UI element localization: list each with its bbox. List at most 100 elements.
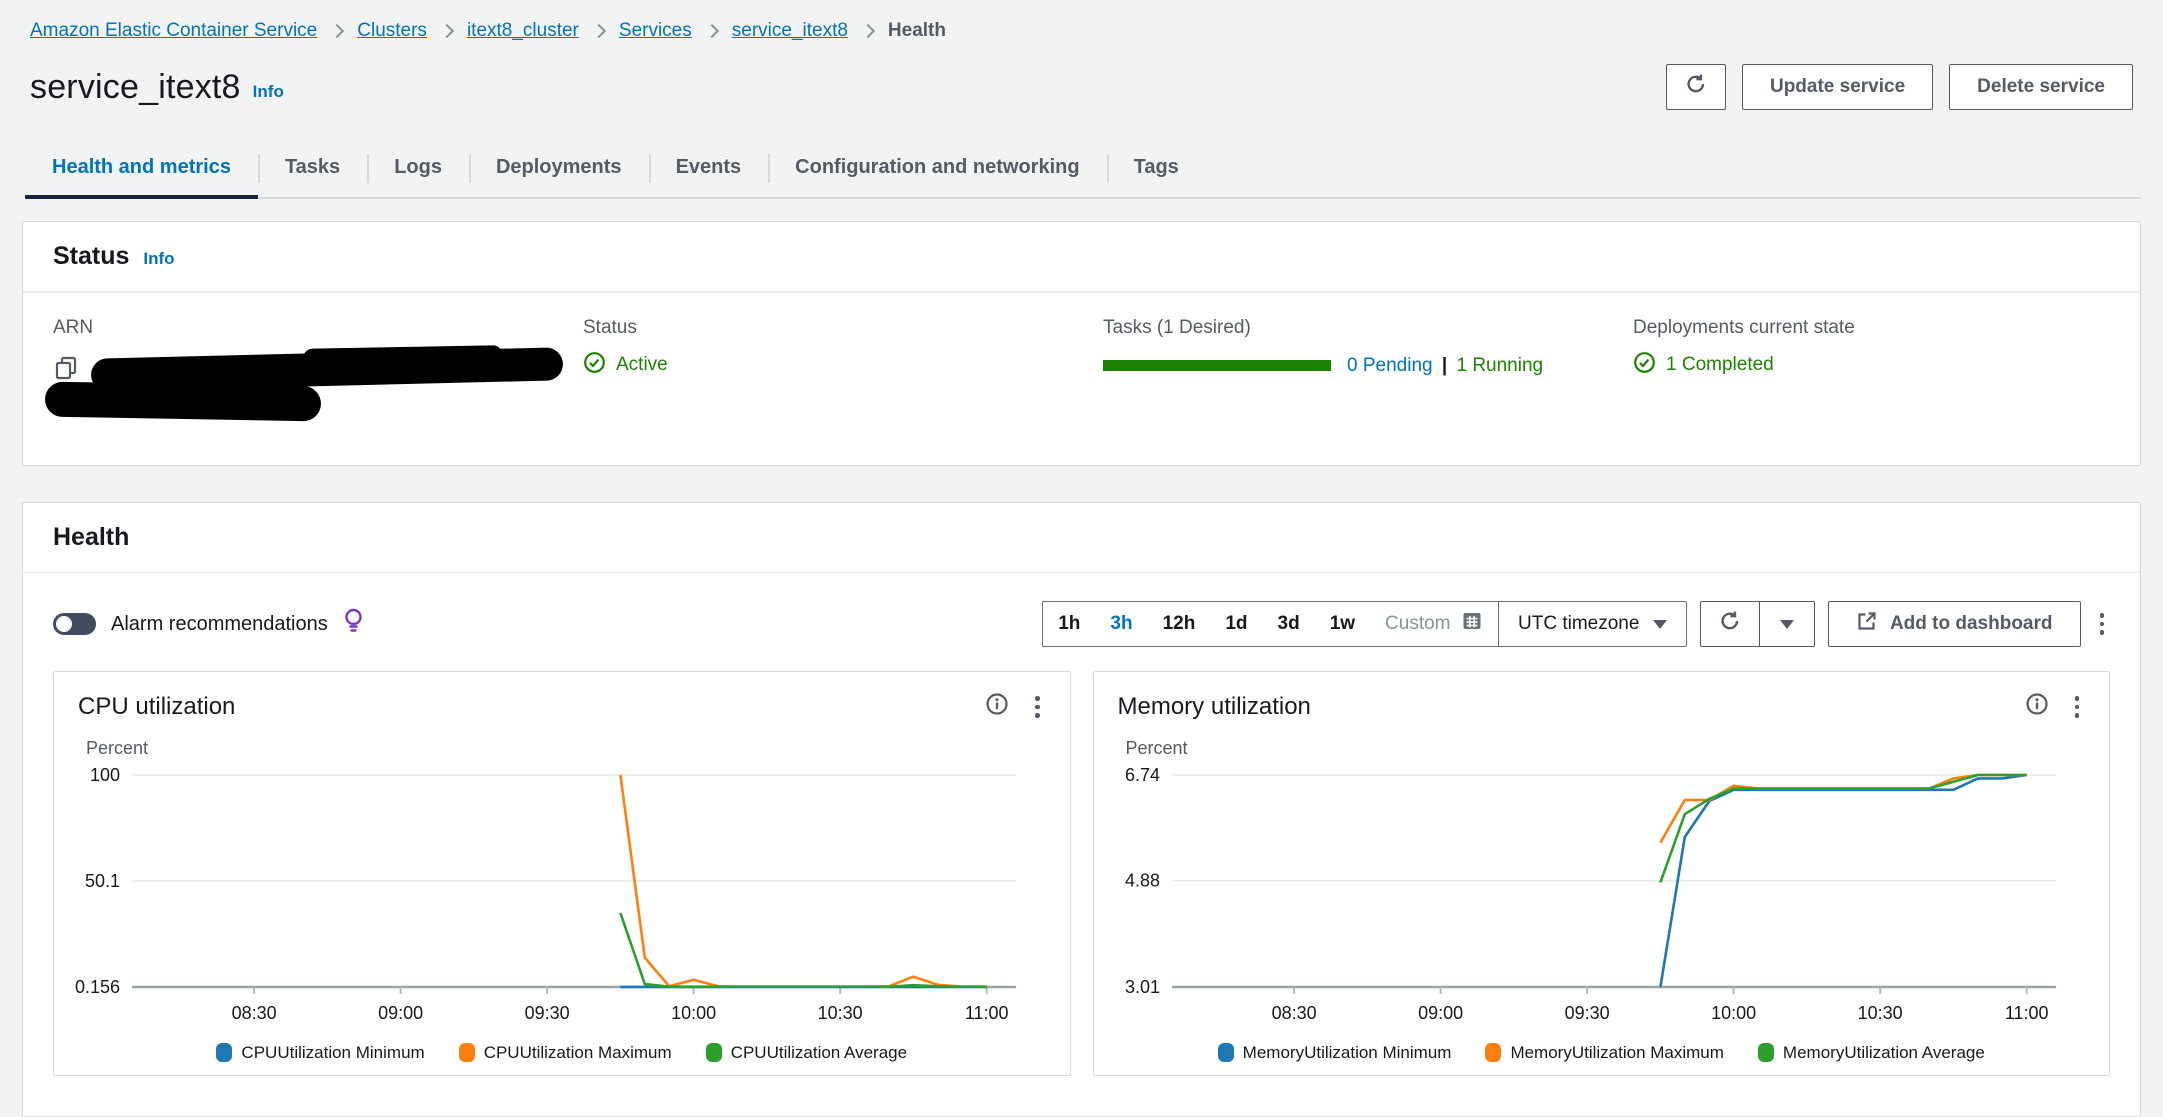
cpu-y-axis-label: Percent (86, 738, 1070, 759)
svg-text:3.01: 3.01 (1124, 977, 1159, 997)
cpu-chart-menu-icon[interactable] (1029, 692, 1046, 722)
chevron-down-icon (1780, 620, 1794, 629)
svg-text:10:30: 10:30 (818, 1003, 863, 1023)
time-range-12h[interactable]: 12h (1148, 613, 1211, 635)
refresh-icon (1718, 609, 1742, 639)
memory-utilization-card: Memory utilization Percent 3.014.886.740… (1093, 671, 2111, 1076)
time-range-custom[interactable]: Custom (1370, 610, 1497, 638)
memory-chart-menu-icon[interactable] (2069, 692, 2086, 722)
breadcrumb-link-cluster[interactable]: itext8_cluster (467, 20, 579, 42)
svg-text:08:30: 08:30 (1271, 1003, 1316, 1023)
time-range-1h[interactable]: 1h (1043, 613, 1095, 635)
lightbulb-icon[interactable] (343, 607, 364, 641)
add-to-dashboard-button[interactable]: Add to dashboard (1828, 601, 2081, 647)
legend-item[interactable]: CPUUtilization Average (706, 1043, 907, 1063)
external-link-icon (1856, 610, 1878, 638)
success-check-icon (1633, 351, 1656, 380)
deployments-label: Deployments current state (1633, 317, 2110, 339)
svg-text:09:00: 09:00 (378, 1003, 423, 1023)
svg-text:10:00: 10:00 (1711, 1003, 1756, 1023)
tab-health-and-metrics[interactable]: Health and metrics (25, 144, 258, 197)
svg-text:09:30: 09:30 (525, 1003, 570, 1023)
tab-logs[interactable]: Logs (367, 144, 469, 197)
breadcrumb: Amazon Elastic Container Service Cluster… (0, 0, 2163, 42)
breadcrumb-link-services[interactable]: Services (619, 20, 692, 42)
memory-chart-legend: MemoryUtilization Minimum MemoryUtilizat… (1094, 1043, 2110, 1063)
cpu-utilization-card: CPU utilization Percent 0.15650.110008:3… (53, 671, 1071, 1076)
health-panel: Health Alarm recommendations 1h 3h 12h 1… (22, 502, 2141, 1117)
status-label: Status (583, 317, 1103, 339)
time-range-3d[interactable]: 3d (1263, 613, 1315, 635)
svg-text:100: 100 (90, 765, 120, 785)
svg-text:09:00: 09:00 (1418, 1003, 1463, 1023)
time-range-1w[interactable]: 1w (1315, 613, 1370, 635)
refresh-button[interactable] (1666, 64, 1726, 110)
svg-text:11:00: 11:00 (2004, 1003, 2048, 1023)
svg-text:08:30: 08:30 (232, 1003, 277, 1023)
arn-field: ARN (53, 317, 583, 435)
breadcrumb-link-clusters[interactable]: Clusters (357, 20, 427, 42)
breadcrumb-current: Health (888, 20, 946, 42)
info-icon[interactable] (985, 692, 1009, 721)
tab-bar: Health and metrics Tasks Logs Deployment… (25, 144, 2141, 199)
memory-utilization-chart: 3.014.886.7408:3009:0009:3010:0010:3011:… (1094, 759, 2080, 1041)
tab-events[interactable]: Events (649, 144, 769, 197)
breadcrumb-link-service[interactable]: service_itext8 (732, 20, 848, 42)
svg-text:10:30: 10:30 (1857, 1003, 1902, 1023)
chevron-right-icon (440, 24, 454, 38)
chevron-right-icon (592, 24, 606, 38)
tab-tags[interactable]: Tags (1107, 144, 1206, 197)
legend-item[interactable]: MemoryUtilization Minimum (1218, 1043, 1452, 1063)
alarm-recommendations-label: Alarm recommendations (111, 613, 328, 636)
breadcrumb-link-ecs[interactable]: Amazon Elastic Container Service (30, 20, 317, 42)
success-check-icon (583, 351, 606, 380)
svg-text:4.88: 4.88 (1124, 870, 1159, 890)
update-service-button[interactable]: Update service (1742, 64, 1933, 110)
svg-text:09:30: 09:30 (1564, 1003, 1609, 1023)
chevron-right-icon (330, 24, 344, 38)
cpu-chart-legend: CPUUtilization Minimum CPUUtilization Ma… (54, 1043, 1070, 1063)
svg-text:0.156: 0.156 (75, 977, 120, 997)
alarm-recommendations-toggle[interactable] (53, 613, 96, 635)
svg-text:10:00: 10:00 (671, 1003, 716, 1023)
charts-refresh-button[interactable] (1700, 601, 1760, 647)
time-range-1d[interactable]: 1d (1210, 613, 1262, 635)
memory-chart-title: Memory utilization (1118, 693, 1311, 721)
legend-item[interactable]: CPUUtilization Maximum (459, 1043, 672, 1063)
legend-item[interactable]: CPUUtilization Minimum (216, 1043, 424, 1063)
tasks-separator: | (1438, 355, 1451, 376)
health-overflow-menu-icon[interactable] (2094, 609, 2111, 639)
time-range-3h[interactable]: 3h (1095, 613, 1147, 635)
timezone-select[interactable]: UTC timezone (1499, 602, 1686, 646)
tasks-pending: 0 Pending (1347, 355, 1433, 376)
memory-y-axis-label: Percent (1126, 738, 2110, 759)
title-info-link[interactable]: Info (253, 82, 284, 102)
status-value: Active (616, 354, 668, 376)
health-panel-title: Health (53, 523, 129, 552)
tasks-label: Tasks (1 Desired) (1103, 317, 1633, 339)
cpu-chart-title: CPU utilization (78, 693, 235, 721)
status-panel-title: Status (53, 242, 129, 271)
tasks-progress-bar (1103, 360, 1331, 371)
delete-service-button[interactable]: Delete service (1949, 64, 2133, 110)
page-title: service_itext8 (30, 68, 241, 107)
calendar-icon (1461, 610, 1483, 638)
chevron-down-icon (1653, 620, 1667, 629)
legend-item[interactable]: MemoryUtilization Average (1758, 1043, 1985, 1063)
chevron-right-icon (861, 24, 875, 38)
time-range-control: 1h 3h 12h 1d 3d 1w Custom UTC timezone (1042, 601, 1687, 647)
legend-item[interactable]: MemoryUtilization Maximum (1485, 1043, 1723, 1063)
page-header: service_itext8 Info Update service Delet… (0, 42, 2163, 110)
tab-deployments[interactable]: Deployments (469, 144, 649, 197)
copy-icon[interactable] (53, 355, 79, 386)
refresh-options-button[interactable] (1759, 601, 1815, 647)
info-icon[interactable] (2025, 692, 2049, 721)
tasks-running: 1 Running (1456, 355, 1543, 376)
tab-tasks[interactable]: Tasks (258, 144, 367, 197)
deployments-value: 1 Completed (1666, 354, 1774, 376)
svg-text:11:00: 11:00 (965, 1003, 1009, 1023)
tab-configuration-and-networking[interactable]: Configuration and networking (768, 144, 1106, 197)
status-info-link[interactable]: Info (143, 249, 174, 269)
redacted-arn-value (45, 381, 322, 421)
status-panel: Status Info ARN Status Active (22, 221, 2141, 466)
